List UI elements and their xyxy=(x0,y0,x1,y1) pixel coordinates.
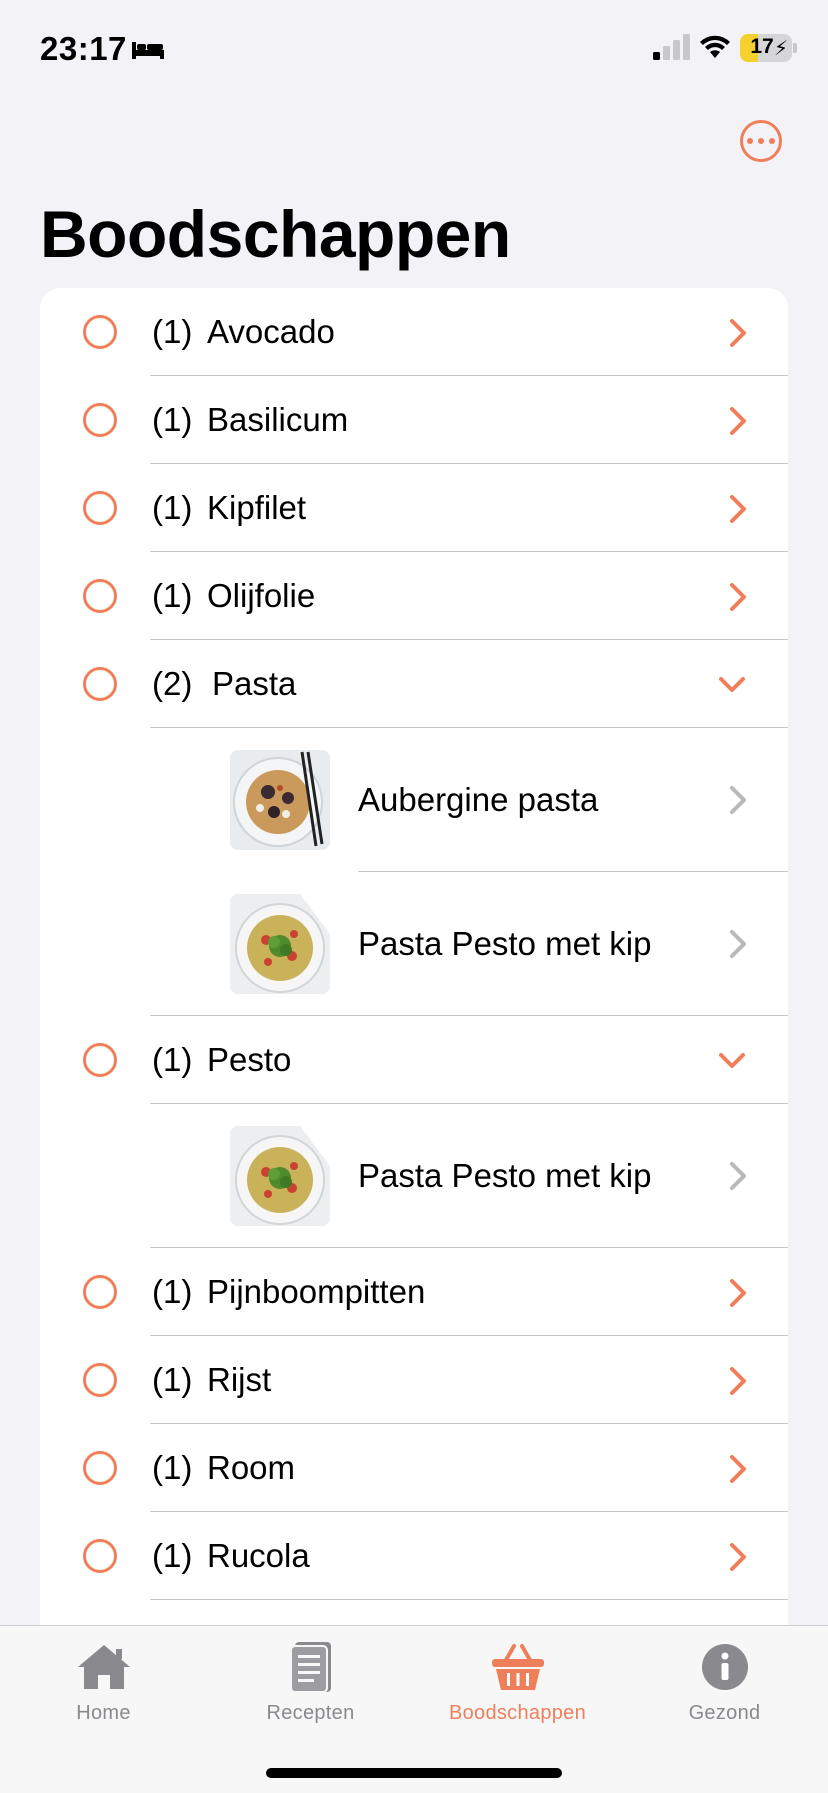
expand-toggle[interactable] xyxy=(728,1366,748,1401)
clock: 23:17 xyxy=(40,30,127,67)
chevron-right-icon xyxy=(730,1162,746,1190)
expand-toggle[interactable] xyxy=(728,1542,748,1577)
item-quantity: (1) xyxy=(152,1361,193,1398)
home-indicator xyxy=(266,1768,562,1778)
list-item[interactable]: (2) Pasta xyxy=(40,640,788,728)
expand-toggle[interactable] xyxy=(718,1050,746,1075)
item-name: Pasta xyxy=(212,665,297,702)
tab-boodschappen[interactable]: Boodschappen xyxy=(414,1636,621,1725)
item-quantity: (1) xyxy=(152,489,193,526)
item-quantity: (1) xyxy=(152,1273,193,1310)
book-icon xyxy=(289,1642,331,1693)
item-name: Kipfilet xyxy=(207,489,307,526)
list-item[interactable]: (1) Pesto xyxy=(40,1016,788,1104)
recipe-row[interactable]: Pasta Pesto met kip xyxy=(40,1104,788,1248)
shopping-list: (1) Avocado (1) Basilicum (1) Kipfilet (1) Olij… xyxy=(40,288,788,1628)
item-name: Basilicum xyxy=(207,401,349,438)
page-title: Boodschappen xyxy=(40,197,511,271)
chevron-down-icon xyxy=(719,677,745,692)
more-options-button[interactable] xyxy=(740,120,782,162)
list-item[interactable]: (1) Pijnboompitten xyxy=(40,1248,788,1336)
checkbox-circle[interactable] xyxy=(83,1539,117,1573)
item-quantity: (1) xyxy=(152,313,193,350)
bed-icon xyxy=(132,42,164,59)
chevron-right-icon xyxy=(730,583,746,611)
item-name: Olijfolie xyxy=(207,577,316,614)
wifi-icon xyxy=(700,35,730,58)
expand-toggle[interactable] xyxy=(728,1454,748,1489)
list-item[interactable]: (1) Basilicum xyxy=(40,376,788,464)
recipe-row[interactable]: Pasta Pesto met kip xyxy=(40,872,788,1016)
checkbox-circle[interactable] xyxy=(83,1363,117,1397)
item-name: Avocado xyxy=(207,313,335,350)
tab-home[interactable]: Home xyxy=(0,1636,207,1725)
recipe-chevron xyxy=(728,1161,748,1196)
status-bar: 23:17 17 ⚡ xyxy=(0,0,828,100)
checkbox-circle[interactable] xyxy=(83,579,117,613)
chevron-right-icon xyxy=(730,786,746,814)
list-item[interactable]: (1) Avocado xyxy=(40,288,788,376)
recipe-thumbnail xyxy=(230,1126,330,1226)
list-item[interactable]: (1) Room xyxy=(40,1424,788,1512)
chevron-right-icon xyxy=(730,1367,746,1395)
signal-icon xyxy=(653,34,690,60)
list-item[interactable]: (1) Olijfolie xyxy=(40,552,788,640)
item-quantity: (1) xyxy=(152,1537,193,1574)
chevron-right-icon xyxy=(730,495,746,523)
chevron-right-icon xyxy=(730,319,746,347)
battery-icon: 17 ⚡ xyxy=(740,34,797,62)
expand-toggle[interactable] xyxy=(728,582,748,617)
recipe-title: Pasta Pesto met kip xyxy=(358,1157,652,1194)
item-quantity: (1) xyxy=(152,1041,193,1078)
tab-gezond[interactable]: Gezond xyxy=(621,1636,828,1725)
item-name: Rucola xyxy=(207,1537,310,1574)
recipe-title: Aubergine pasta xyxy=(358,781,599,818)
info-icon xyxy=(701,1644,748,1690)
checkbox-circle[interactable] xyxy=(83,1451,117,1485)
expand-toggle[interactable] xyxy=(728,406,748,441)
recipe-chevron xyxy=(728,929,748,964)
recipe-thumbnail xyxy=(230,750,330,850)
checkbox-circle[interactable] xyxy=(83,315,117,349)
item-name: Pesto xyxy=(207,1041,292,1078)
checkbox-circle[interactable] xyxy=(83,403,117,437)
list-item[interactable]: (1) Rucola xyxy=(40,1512,788,1600)
checkbox-circle[interactable] xyxy=(83,667,117,701)
expand-toggle[interactable] xyxy=(718,674,746,699)
home-icon xyxy=(77,1645,130,1689)
list-item[interactable]: (1) Kipfilet xyxy=(40,464,788,552)
item-quantity: (1) xyxy=(152,1449,193,1486)
tab-recepten[interactable]: Recepten xyxy=(207,1636,414,1725)
item-name: Rijst xyxy=(207,1361,272,1398)
chevron-right-icon xyxy=(730,930,746,958)
basket-icon xyxy=(491,1644,544,1690)
recipe-row[interactable]: Aubergine pasta xyxy=(40,728,788,872)
list-item[interactable]: (1) Rijst xyxy=(40,1336,788,1424)
recipe-thumbnail xyxy=(230,894,330,994)
chevron-right-icon xyxy=(730,1543,746,1571)
item-quantity: (1) xyxy=(152,577,193,614)
chevron-right-icon xyxy=(730,1455,746,1483)
checkbox-circle[interactable] xyxy=(83,1043,117,1077)
checkbox-circle[interactable] xyxy=(83,491,117,525)
chevron-down-icon xyxy=(719,1053,745,1068)
expand-toggle[interactable] xyxy=(728,1278,748,1313)
expand-toggle[interactable] xyxy=(728,318,748,353)
item-quantity: (1) xyxy=(152,401,193,438)
recipe-chevron xyxy=(728,785,748,820)
item-name: Room xyxy=(207,1449,296,1486)
checkbox-circle[interactable] xyxy=(83,1275,117,1309)
chevron-right-icon xyxy=(730,407,746,435)
recipe-title: Pasta Pesto met kip xyxy=(358,925,652,962)
expand-toggle[interactable] xyxy=(728,494,748,529)
divider xyxy=(150,1599,788,1600)
item-quantity: (2) xyxy=(152,665,193,702)
item-name: Pijnboompitten xyxy=(207,1273,426,1310)
chevron-right-icon xyxy=(730,1279,746,1307)
